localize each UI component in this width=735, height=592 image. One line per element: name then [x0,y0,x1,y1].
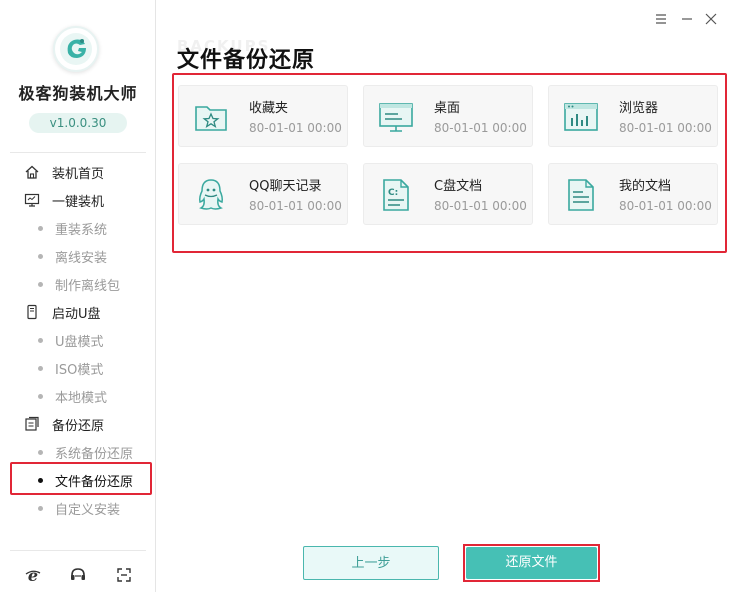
item-name: 桌面 [434,101,461,116]
sidebar-item-label: 重装系统 [55,222,108,238]
backup-item-my-documents[interactable]: 我的文档 80-01-01 00:00 [548,163,718,225]
sidebar-item-label: 自定义安装 [55,502,121,518]
usb-icon [27,304,37,320]
item-date: 80-01-01 00:00 [619,121,712,135]
sidebar-item-custom-install[interactable]: 自定义安装 [38,498,120,518]
sidebar-divider [10,152,146,153]
sidebar-item-iso-mode[interactable]: ISO模式 [38,358,103,378]
backup-item-qq-chat[interactable]: QQ聊天记录 80-01-01 00:00 [178,163,348,225]
bullet-icon [38,225,43,231]
browser-icon[interactable]: e [24,566,42,584]
sidebar-item-boot-usb[interactable]: 启动U盘 [24,302,101,322]
svg-text:C:: C: [388,188,398,198]
bullet-icon [38,393,43,399]
item-date: 80-01-01 00:00 [619,199,712,213]
item-name: QQ聊天记录 [249,179,322,194]
sidebar-item-local-mode[interactable]: 本地模式 [38,386,107,406]
bullet-icon [38,449,43,455]
monitor-icon [24,193,40,207]
item-date: 80-01-01 00:00 [249,199,342,213]
previous-step-button[interactable]: 上一步 [303,546,439,580]
bullet-icon [38,281,43,287]
item-name: C盘文档 [434,179,483,194]
fullscreen-icon[interactable] [115,566,133,584]
item-name: 我的文档 [619,179,672,194]
home-icon [25,165,39,179]
restore-files-button[interactable]: 还原文件 [466,547,597,579]
sidebar-item-label: ISO模式 [55,362,104,378]
sidebar-item-label: U盘模式 [55,334,104,350]
sidebar-item-label: 离线安装 [55,250,108,266]
my-document-icon [568,179,594,211]
c-drive-document-icon: C: [383,179,409,211]
sidebar-item-usb-mode[interactable]: U盘模式 [38,330,104,350]
backup-item-favorites[interactable]: 收藏夹 80-01-01 00:00 [178,85,348,147]
favorites-folder-icon [195,106,227,131]
sidebar-item-label: 备份还原 [52,418,105,434]
sidebar-divider [10,550,146,551]
sidebar-item-label: 制作离线包 [55,278,121,294]
sidebar-item-system-backup-restore[interactable]: 系统备份还原 [38,442,133,462]
menu-icon[interactable] [654,12,668,26]
sidebar-item-label: 本地模式 [55,390,108,406]
item-date: 80-01-01 00:00 [434,121,527,135]
bullet-icon [38,365,43,371]
chat-support-icon[interactable] [69,566,87,584]
qq-icon [199,179,223,210]
sidebar-item-one-click-install[interactable]: 一键装机 [24,190,104,210]
active-item-highlight [10,462,152,495]
backup-item-c-drive-documents[interactable]: C: C盘文档 80-01-01 00:00 [363,163,533,225]
desktop-icon [379,103,413,132]
sidebar-item-home[interactable]: 装机首页 [24,162,104,182]
app-logo [53,26,99,72]
sidebar-item-label: 系统备份还原 [55,446,134,462]
sidebar-item-offline-install[interactable]: 离线安装 [38,246,107,266]
app-title: 极客狗装机大师 [18,84,138,103]
dog-logo-icon [60,33,92,65]
item-date: 80-01-01 00:00 [434,199,527,213]
item-name: 收藏夹 [249,101,289,116]
bullet-icon [38,253,43,259]
version-badge: v1.0.0.30 [29,113,127,133]
sidebar-item-make-offline-package[interactable]: 制作离线包 [38,274,120,294]
sidebar-item-label: 启动U盘 [52,306,101,322]
backup-icon [25,416,39,431]
backup-item-desktop[interactable]: 桌面 80-01-01 00:00 [363,85,533,147]
svg-text:e: e [28,566,38,584]
sidebar-item-backup-restore[interactable]: 备份还原 [24,414,104,434]
page-title: 文件备份还原 [177,48,316,73]
bullet-icon [38,505,43,511]
sidebar-item-reinstall[interactable]: 重装系统 [38,218,107,238]
sidebar-item-label: 一键装机 [52,194,105,210]
sidebar-item-label: 装机首页 [52,166,105,182]
item-name: 浏览器 [619,101,659,116]
bullet-icon [38,337,43,343]
minimize-icon[interactable] [680,12,694,26]
sidebar: 极客狗装机大师 v1.0.0.30 装机首页 一键装机 重装系统 离线安装 制作… [0,0,156,592]
browser-window-icon [564,103,598,131]
backup-item-browser[interactable]: 浏览器 80-01-01 00:00 [548,85,718,147]
close-icon[interactable] [704,12,718,26]
item-date: 80-01-01 00:00 [249,121,342,135]
